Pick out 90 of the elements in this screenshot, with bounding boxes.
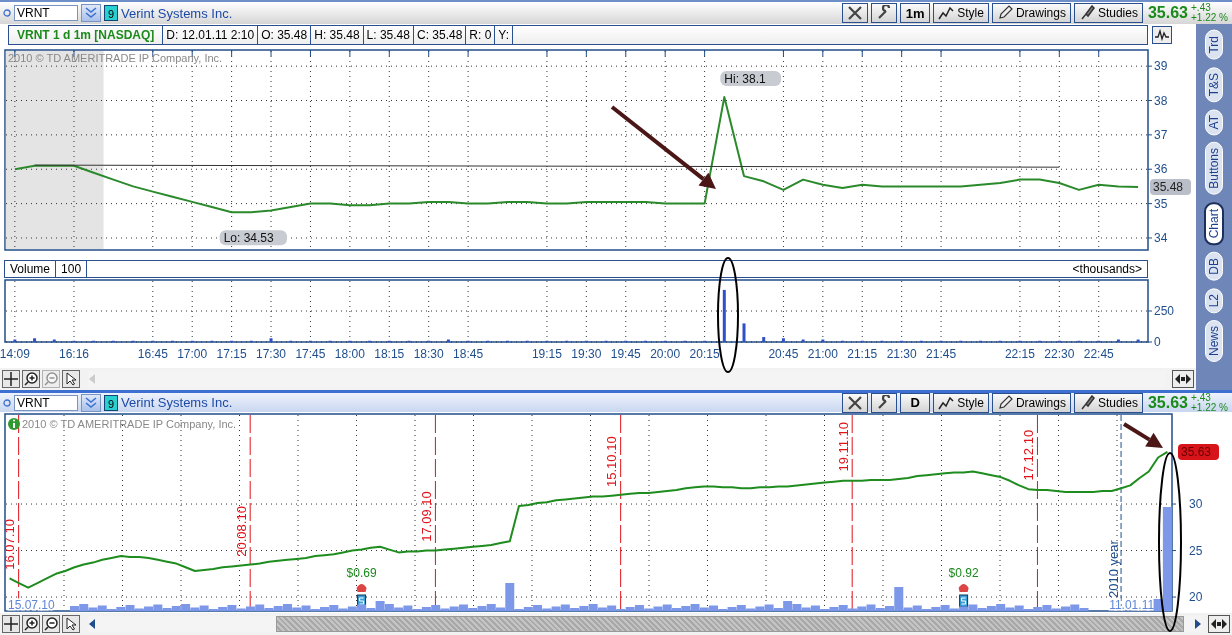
percent-change: +1.22 % bbox=[1191, 13, 1228, 23]
date-label: 19.11.10 bbox=[835, 421, 851, 472]
dividend-label: $0.69 bbox=[346, 566, 377, 580]
time-label: 17:45 bbox=[295, 347, 326, 361]
year-label: 2010 year bbox=[1106, 540, 1122, 598]
axis-label: 0 bbox=[1154, 335, 1161, 349]
style-button[interactable]: Style bbox=[933, 392, 989, 413]
time-label: 17:15 bbox=[216, 347, 247, 361]
time-label: 18:45 bbox=[453, 347, 484, 361]
volume-value: 100 bbox=[56, 261, 88, 277]
last-price-tag: 35.63 bbox=[1178, 443, 1219, 460]
axis-label: 37 bbox=[1154, 127, 1168, 142]
time-label: 16:45 bbox=[137, 347, 168, 361]
date-label: 16.07.10 bbox=[2, 519, 18, 570]
side-tab[interactable]: AT bbox=[1205, 108, 1223, 136]
last-price: 35.63 bbox=[1147, 393, 1188, 412]
quote-field: H: 35.48 bbox=[311, 26, 364, 44]
axis-label: 38 bbox=[1154, 93, 1168, 108]
volume-label: Volume bbox=[5, 261, 57, 277]
axis-label: 30 bbox=[1189, 497, 1203, 512]
units-label: <thousands> bbox=[1071, 261, 1143, 277]
quote-field: O: 35.48 bbox=[258, 26, 312, 44]
copyright-text: 2010 © TD AMERITRADE IP Company, Inc. bbox=[8, 52, 223, 64]
quote-field: Y: bbox=[495, 26, 514, 44]
link-group-button[interactable]: 9 bbox=[104, 394, 118, 411]
time-label: 21:30 bbox=[886, 347, 917, 361]
time-label: 20:00 bbox=[650, 347, 681, 361]
style-button[interactable]: Style bbox=[933, 3, 989, 23]
time-label: 16:16 bbox=[58, 347, 89, 361]
axis-label: 39 bbox=[1154, 59, 1168, 74]
date-label: 15.10.10 bbox=[604, 436, 620, 487]
percent-change: +1.22 % bbox=[1191, 402, 1228, 413]
aggregation-button[interactable]: 1m bbox=[900, 3, 931, 23]
side-tab[interactable]: Chart bbox=[1204, 202, 1224, 246]
side-tab[interactable]: News bbox=[1205, 320, 1223, 363]
side-tab[interactable]: Buttons bbox=[1205, 142, 1223, 196]
link-group-button[interactable]: 9 bbox=[104, 5, 118, 21]
axis-label: 25 bbox=[1189, 543, 1203, 558]
quote-field: C: 35.48 bbox=[413, 26, 467, 44]
last-price-tag: 35.48 bbox=[1150, 179, 1191, 196]
quote-field: D: 12.01.11 2:10 bbox=[163, 26, 259, 44]
time-label: 17:30 bbox=[256, 347, 287, 361]
studies-button[interactable]: Studies bbox=[1073, 3, 1143, 23]
price-change: +.43 bbox=[1191, 3, 1212, 13]
time-label: 18:30 bbox=[413, 347, 444, 361]
date-label: 17.12.10 bbox=[1020, 429, 1036, 481]
time-label: 17:00 bbox=[177, 347, 208, 361]
chart-title: VRNT 1 d 1m [NASDAQ] bbox=[9, 26, 164, 44]
side-tab[interactable]: L2 bbox=[1205, 288, 1223, 314]
copyright-text: 2010 © TD AMERITRADE IP Company, Inc. bbox=[22, 418, 237, 430]
drawings-button[interactable]: Drawings bbox=[991, 3, 1071, 23]
date-label: 17.09.10 bbox=[418, 491, 434, 542]
company-name: Verint Systems Inc. bbox=[121, 5, 233, 21]
aggregation-button[interactable]: D bbox=[900, 392, 931, 413]
axis-label: 36 bbox=[1154, 162, 1168, 177]
time-label: 18:00 bbox=[334, 347, 365, 361]
time-label: 22:30 bbox=[1044, 347, 1075, 361]
axis-label: 35 bbox=[1154, 196, 1168, 211]
time-label: 21:45 bbox=[926, 347, 957, 361]
date-label: 11.01.11 bbox=[1109, 598, 1155, 612]
time-label: 19:30 bbox=[571, 347, 602, 361]
dividend-label: $0.92 bbox=[948, 566, 979, 580]
symbol-field[interactable]: VRNT bbox=[14, 5, 78, 21]
time-label: 22:15 bbox=[1004, 347, 1035, 361]
time-label: 20:15 bbox=[689, 347, 720, 361]
time-label: 18:15 bbox=[374, 347, 405, 361]
symbol-field[interactable]: VRNT bbox=[14, 394, 78, 411]
time-label: 20:45 bbox=[768, 347, 799, 361]
time-label: 19:15 bbox=[531, 347, 562, 361]
time-label: 14:09 bbox=[0, 347, 30, 361]
quote-field: L: 35.48 bbox=[363, 26, 414, 44]
quote-field: R: 0 bbox=[466, 26, 496, 44]
side-tab[interactable]: T&S bbox=[1205, 66, 1223, 102]
date-label: 20.08.10 bbox=[233, 506, 249, 557]
side-tab[interactable]: DB bbox=[1205, 252, 1223, 282]
axis-label: 34 bbox=[1154, 230, 1168, 245]
axis-label: 20 bbox=[1189, 590, 1203, 605]
last-price: 35.63 bbox=[1147, 4, 1188, 22]
price-change: +.43 bbox=[1191, 392, 1212, 403]
company-name: Verint Systems Inc. bbox=[121, 395, 233, 410]
axis-label: 250 bbox=[1154, 304, 1175, 318]
time-label: 22:45 bbox=[1083, 347, 1114, 361]
price-callout: Lo: 34.53 bbox=[219, 230, 288, 246]
side-tab[interactable]: Trd bbox=[1205, 30, 1223, 60]
time-label: 19:45 bbox=[610, 347, 641, 361]
price-callout: Hi: 38.1 bbox=[720, 71, 782, 87]
studies-button[interactable]: Studies bbox=[1073, 392, 1143, 413]
time-label: 21:15 bbox=[847, 347, 878, 361]
drawings-button[interactable]: Drawings bbox=[991, 392, 1071, 413]
time-label: 21:00 bbox=[807, 347, 838, 361]
